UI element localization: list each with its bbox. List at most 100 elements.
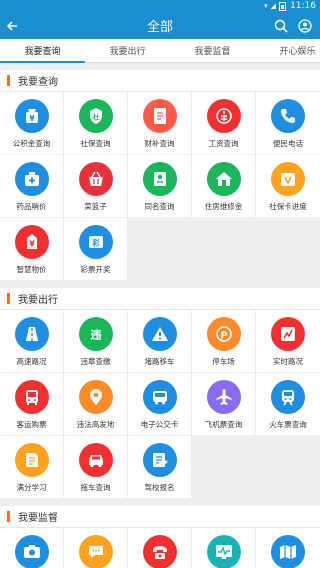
service-label: 满分学习 xyxy=(16,483,47,492)
service-label: 社保卡进度 xyxy=(269,202,307,211)
svg-text:违: 违 xyxy=(90,328,101,342)
service-label: 高速路况 xyxy=(16,357,47,366)
service-item[interactable]: 住房维修金 xyxy=(192,155,255,217)
svg-text:¥: ¥ xyxy=(29,114,35,123)
tab-entertainment[interactable]: 开心娱乐 xyxy=(255,39,320,62)
service-label: 菜篮子 xyxy=(84,202,107,211)
service-item[interactable]: 违违章查缴 xyxy=(64,310,127,372)
service-item[interactable]: 便民电话 xyxy=(256,92,320,154)
service-label: 便民电话 xyxy=(273,139,303,148)
service-item[interactable]: 市长热线 xyxy=(128,528,191,568)
service-label: 违章查缴 xyxy=(80,357,111,366)
service-label: 违法高发地 xyxy=(76,420,115,429)
service-grid: ¥ 公积金查询社社保查询 财补查询 工资查询 便民电话 药品哨价 菜篮子 同名查询 住房维修金 V… xyxy=(0,92,320,281)
yuan-bag-icon: ¥ xyxy=(14,99,49,133)
section-accent-bar xyxy=(7,511,10,522)
section-accent-bar xyxy=(7,293,10,304)
service-item[interactable]: 菜篮子 xyxy=(64,155,127,217)
tab-supervise[interactable]: 我要监督 xyxy=(170,39,255,62)
section-title: 我要出行 xyxy=(18,295,58,306)
search-button[interactable] xyxy=(272,17,290,35)
service-label: 公积金查询 xyxy=(12,139,51,148)
violation-icon: 违 xyxy=(78,317,113,351)
service-item[interactable]: 彩彩票开奖 xyxy=(64,218,127,280)
basket-icon xyxy=(78,162,113,196)
service-item[interactable]: 电子公交卡 xyxy=(128,373,191,435)
service-label: 飞机票查询 xyxy=(204,420,243,429)
service-label: 驾校报名 xyxy=(144,483,175,492)
service-label: 电子公交卡 xyxy=(140,420,179,429)
service-item[interactable]: 同名查询 xyxy=(128,155,191,217)
tow-truck-icon xyxy=(78,443,113,477)
camera-icon xyxy=(14,535,49,568)
service-label: 火车票查询 xyxy=(269,420,307,429)
svg-text:V: V xyxy=(285,177,292,187)
tab-query[interactable]: 我要查询 xyxy=(0,39,85,63)
back-button[interactable] xyxy=(0,12,24,39)
service-item[interactable]: 环保监测 xyxy=(192,528,255,568)
service-item[interactable]: ¥ 智慧物价 xyxy=(0,218,63,280)
service-item[interactable]: V 社保卡进度 xyxy=(256,155,320,217)
service-item[interactable]: 高速路况 xyxy=(0,310,63,372)
service-item[interactable]: 工资查询 xyxy=(192,92,255,154)
service-item[interactable]: 老赖地图 xyxy=(256,528,320,568)
service-label: 社保查询 xyxy=(80,139,111,148)
hotline-icon xyxy=(142,535,177,568)
service-item[interactable]: P 停车场 xyxy=(192,310,255,372)
parking-icon: P xyxy=(206,317,241,351)
section-header: 我要出行 xyxy=(0,288,320,310)
lottery-icon: 彩 xyxy=(78,225,113,259)
service-label: 彩票开奖 xyxy=(80,265,111,274)
section-title: 我要查询 xyxy=(18,77,58,88)
signup-icon xyxy=(142,443,177,477)
highway-icon xyxy=(14,317,49,351)
query-section: 我要查询 ¥ 公积金查询社社保查询 财补查询 工资查询 便民电话 药品哨价 菜篮子 同名查询 住房… xyxy=(0,70,320,281)
document-icon xyxy=(142,99,177,133)
service-item[interactable]: 药品哨价 xyxy=(0,155,63,217)
service-grid: 随手拍市民论坛市长热线环保监测老赖地图 xyxy=(0,528,320,568)
warning-icon xyxy=(142,317,177,351)
service-item[interactable]: 火车票查询 xyxy=(256,373,320,435)
service-item[interactable]: 财补查询 xyxy=(128,92,191,154)
user-button[interactable] xyxy=(296,17,314,35)
monitor-icon xyxy=(206,535,241,568)
app-bar: 全部 xyxy=(0,12,320,39)
service-item[interactable]: 社社保查询 xyxy=(64,92,127,154)
status-bar: ▾ ◢ 11:16 xyxy=(0,0,320,12)
service-label: 药品哨价 xyxy=(16,202,47,211)
status-time: 11:16 xyxy=(290,1,316,11)
service-item[interactable]: ¥ 公积金查询 xyxy=(0,92,63,154)
service-item[interactable]: 满分学习 xyxy=(0,436,63,498)
service-grid: 高速路况违违章查缴 堵路移车 P 停车场 实时路况 客运购票 违法高发地 电子公交卡 飞机票查询… xyxy=(0,310,320,499)
service-item[interactable]: 市民论坛 xyxy=(64,528,127,568)
service-label: 堵路移车 xyxy=(144,357,175,366)
wifi-icon: ▾ xyxy=(264,2,267,10)
service-item[interactable]: 违法高发地 xyxy=(64,373,127,435)
category-tabs: 我要查询 我要出行 我要监督 开心娱乐 xyxy=(0,39,320,63)
service-label: 拖车查询 xyxy=(80,483,111,492)
service-label: 实时路况 xyxy=(273,357,303,366)
location-icon xyxy=(78,380,113,414)
wage-icon xyxy=(206,99,241,133)
section-header: 我要监督 xyxy=(0,506,320,528)
service-item[interactable]: 驾校报名 xyxy=(128,436,191,498)
service-label: 住房维修金 xyxy=(204,202,243,211)
svg-text:社: 社 xyxy=(91,113,99,122)
service-item[interactable]: 实时路况 xyxy=(256,310,320,372)
service-label: 智慧物价 xyxy=(16,265,47,274)
search-icon xyxy=(274,19,288,33)
section-accent-bar xyxy=(7,75,10,86)
service-item[interactable]: 飞机票查询 xyxy=(192,373,255,435)
tab-travel[interactable]: 我要出行 xyxy=(85,39,170,62)
service-item[interactable]: 客运购票 xyxy=(0,373,63,435)
service-item[interactable]: 堵路移车 xyxy=(128,310,191,372)
road-map-icon xyxy=(271,317,305,351)
battery-icon xyxy=(279,1,287,11)
supervise-section: 我要监督随手拍市民论坛市长热线环保监测老赖地图 xyxy=(0,506,320,568)
service-item[interactable]: 随手拍 xyxy=(0,528,63,568)
medicine-icon xyxy=(14,162,49,196)
service-label: 工资查询 xyxy=(208,139,239,148)
travel-section: 我要出行 高速路况违违章查缴 堵路移车 P 停车场 实时路况 客运购票 违法高发地 电子公交卡飞… xyxy=(0,288,320,499)
service-item[interactable]: 拖车查询 xyxy=(64,436,127,498)
service-label: 同名查询 xyxy=(144,202,175,211)
